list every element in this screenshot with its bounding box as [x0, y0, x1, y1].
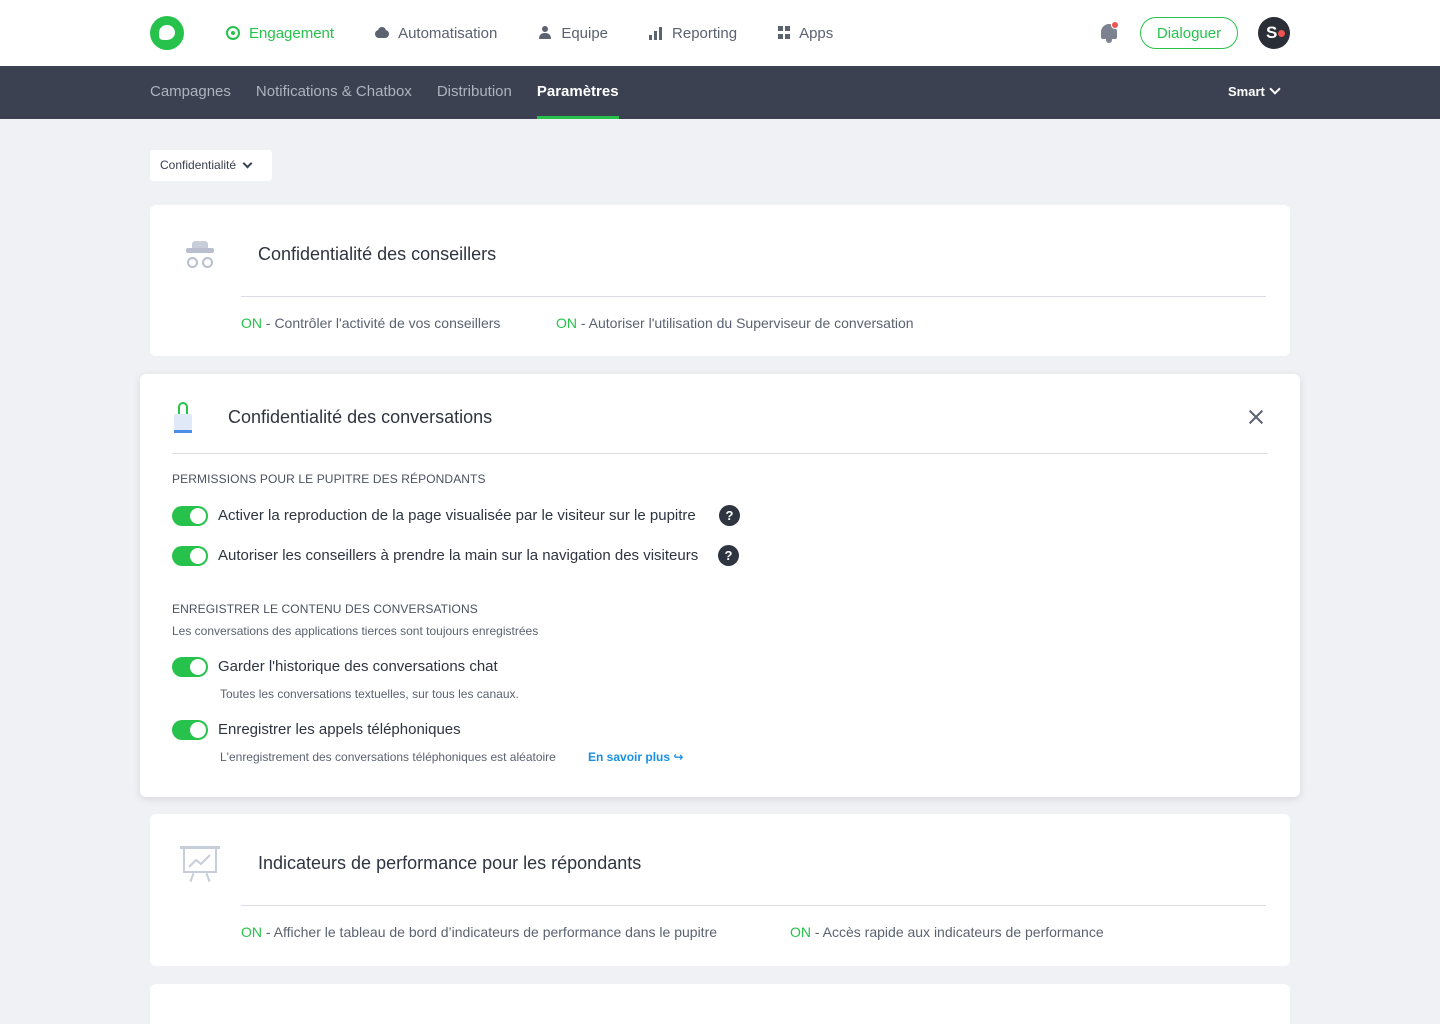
divider [241, 905, 1266, 906]
learn-more-link[interactable]: En savoir plus ↪ [588, 750, 683, 764]
toggle-phone-recording[interactable] [172, 720, 208, 740]
nav-item-apps[interactable]: Apps [778, 25, 833, 42]
option-label: Activer la reproduction de la page visua… [218, 507, 696, 524]
tab-notifications-chatbox[interactable]: Notifications & Chatbox [256, 66, 412, 119]
card-title: Confidentialité des conversations [228, 407, 493, 427]
toggle-navigation-takeover[interactable] [172, 546, 208, 566]
section-heading: Enregistrer le contenu des conversations [172, 602, 478, 616]
spy-icon [186, 241, 214, 269]
tab-parametres[interactable]: Paramètres [536, 66, 619, 119]
stat-item: ON - Afficher le tableau de bord d’indic… [241, 924, 718, 940]
nav-item-automatisation[interactable]: Automatisation [375, 25, 497, 42]
target-icon [226, 26, 240, 40]
stat-item: ON - Contrôler l'activité de vos conseil… [241, 315, 501, 331]
avatar-letter: S [1266, 23, 1278, 42]
status-dot [1278, 30, 1285, 37]
nav-item-label: Engagement [249, 24, 335, 42]
user-icon [538, 26, 552, 40]
tab-campagnes[interactable]: Campagnes [150, 66, 231, 119]
main-nav: Engagement Automatisation Equipe Reporti… [226, 0, 874, 66]
nav-item-engagement[interactable]: Engagement [226, 25, 334, 42]
toggle-page-reproduction[interactable] [172, 506, 208, 526]
nav-item-label: Reporting [672, 24, 738, 42]
option-label: Autoriser les conseillers à prendre la m… [218, 547, 699, 564]
account-selector[interactable]: Smart [1228, 66, 1281, 119]
account-label: Smart [1228, 84, 1265, 99]
card-next-section[interactable] [150, 984, 1290, 1024]
card-title: Confidentialité des conseillers [258, 244, 497, 264]
app-logo-icon[interactable] [150, 16, 184, 50]
stat-item: ON - Autoriser l'utilisation du Supervis… [556, 315, 914, 331]
nav-item-label: Equipe [561, 24, 609, 42]
avatar[interactable]: S [1258, 17, 1290, 49]
option-label: Enregistrer les appels téléphoniques [218, 721, 461, 738]
notification-dot [1111, 21, 1119, 29]
chevron-down-icon [242, 158, 253, 169]
section-heading: Permissions pour le pupitre des répondan… [172, 472, 486, 486]
section-subtitle: Les conversations des applications tierc… [172, 624, 539, 638]
nav-item-label: Automatisation [398, 24, 498, 42]
presentation-chart-icon [180, 844, 220, 883]
sub-nav: Campagnes Notifications & Chatbox Distri… [150, 66, 644, 119]
toggle-chat-history[interactable] [172, 657, 208, 677]
close-icon[interactable] [1248, 409, 1264, 425]
sub-navbar: Campagnes Notifications & Chatbox Distri… [0, 66, 1440, 119]
stat-item: ON - Accès rapide aux indicateurs de per… [790, 924, 1104, 940]
help-icon[interactable]: ? [719, 505, 740, 526]
card-title: Indicateurs de performance pour les répo… [258, 853, 642, 873]
nav-item-reporting[interactable]: Reporting [649, 25, 737, 42]
nav-item-label: Apps [799, 24, 834, 42]
category-dropdown[interactable]: Confidentialité [150, 150, 272, 181]
grid-icon [778, 26, 791, 40]
chevron-down-icon [1269, 83, 1281, 95]
bar-chart-icon [649, 26, 663, 40]
option-label: Garder l'historique des conversations ch… [218, 658, 498, 675]
dropdown-label: Confidentialité [160, 158, 237, 172]
lock-icon [174, 402, 192, 434]
cloud-icon [375, 26, 390, 40]
card-advisors-privacy[interactable]: Confidentialité des conseillers ON - Con… [150, 205, 1290, 356]
tab-distribution[interactable]: Distribution [437, 66, 512, 119]
divider [172, 453, 1268, 454]
share-arrow-icon: ↪ [673, 750, 684, 764]
link-label: En savoir plus [588, 750, 671, 764]
nav-item-equipe[interactable]: Equipe [538, 25, 608, 42]
dialoguer-button[interactable]: Dialoguer [1140, 17, 1238, 49]
card-kpi[interactable]: Indicateurs de performance pour les répo… [150, 814, 1290, 966]
option-description: L'enregistrement des conversations télép… [220, 750, 556, 764]
top-navbar: Engagement Automatisation Equipe Reporti… [0, 0, 1440, 66]
help-icon[interactable]: ? [718, 545, 739, 566]
bell-icon[interactable] [1099, 21, 1119, 44]
card-conversations-privacy: Confidentialité des conversations Permis… [140, 374, 1300, 797]
option-description: Toutes les conversations textuelles, sur… [220, 687, 519, 701]
divider [241, 296, 1266, 297]
